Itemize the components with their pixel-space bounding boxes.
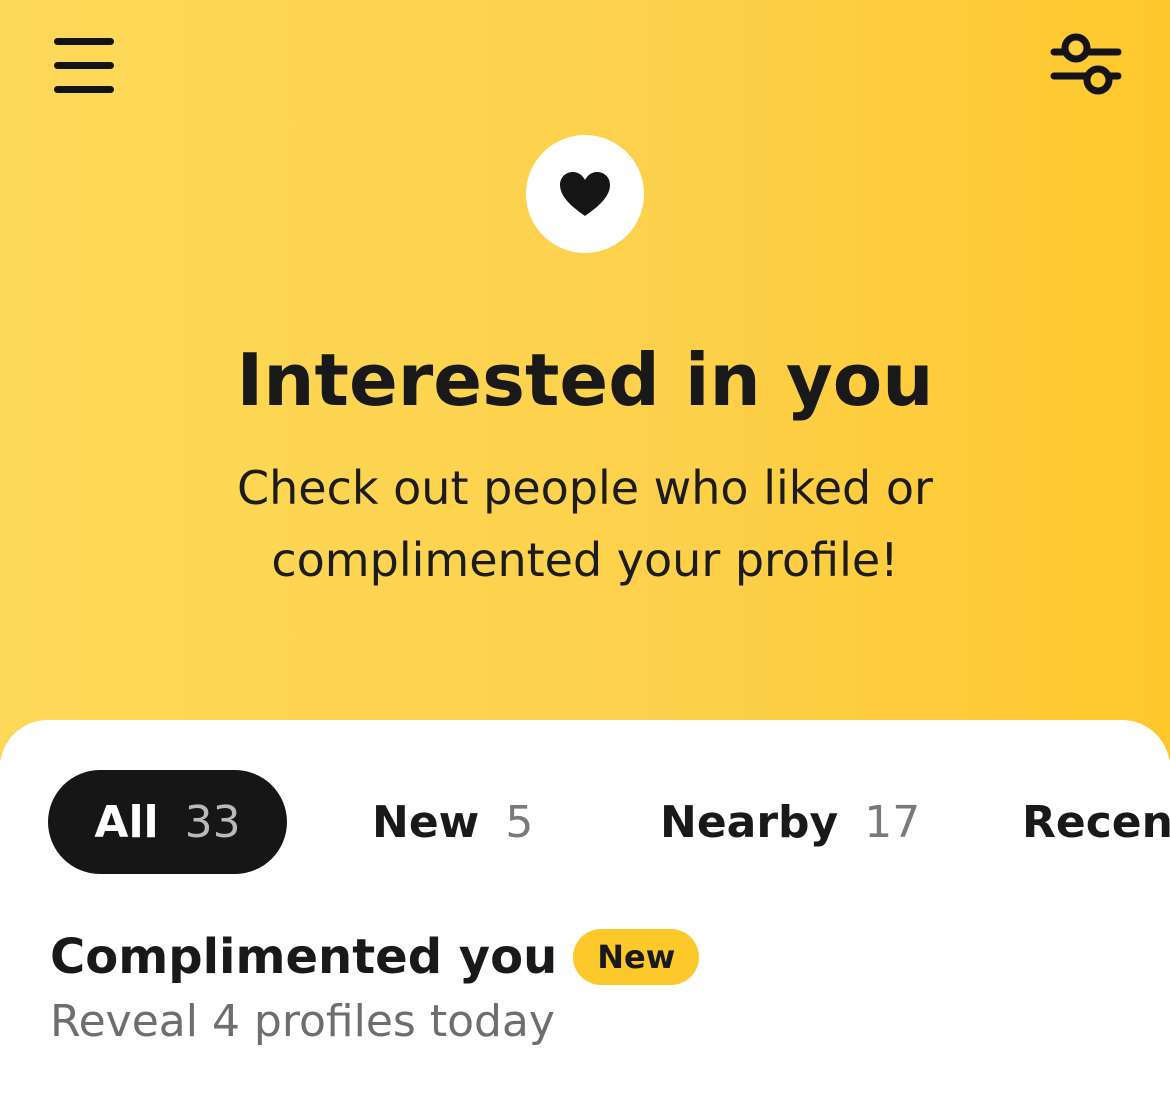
tab-nearby[interactable]: Nearby 17 [660,770,920,874]
tab-label: Nearby [660,796,839,848]
tab-new[interactable]: New 5 [372,770,533,874]
tab-count: 33 [184,796,241,848]
tab-count: 17 [864,796,921,848]
tab-label: New [372,796,480,848]
hero-banner: Interested in you Check out people who l… [0,0,1170,760]
sliders-filter-icon [1050,33,1122,95]
new-badge: New [573,929,700,985]
page-title: Interested in you [236,338,934,422]
page-subtitle: Check out people who liked or compliment… [237,461,933,587]
heart-badge [526,135,644,253]
tab-all[interactable]: All 33 [48,770,287,874]
tab-recent[interactable]: Recent [1022,770,1170,874]
section-header: Complimented you New [50,926,700,988]
heart-icon [560,172,610,216]
tab-label: Recent [1022,796,1170,848]
filter-button[interactable] [1050,32,1122,102]
tab-count: 5 [505,796,534,848]
section-subtitle: Reveal 4 profiles today [50,996,555,1047]
tab-label: All [94,796,159,848]
likes-screen: Interested in you Check out people who l… [0,0,1170,1093]
menu-button[interactable] [54,38,116,94]
section-title: Complimented you [50,929,558,985]
